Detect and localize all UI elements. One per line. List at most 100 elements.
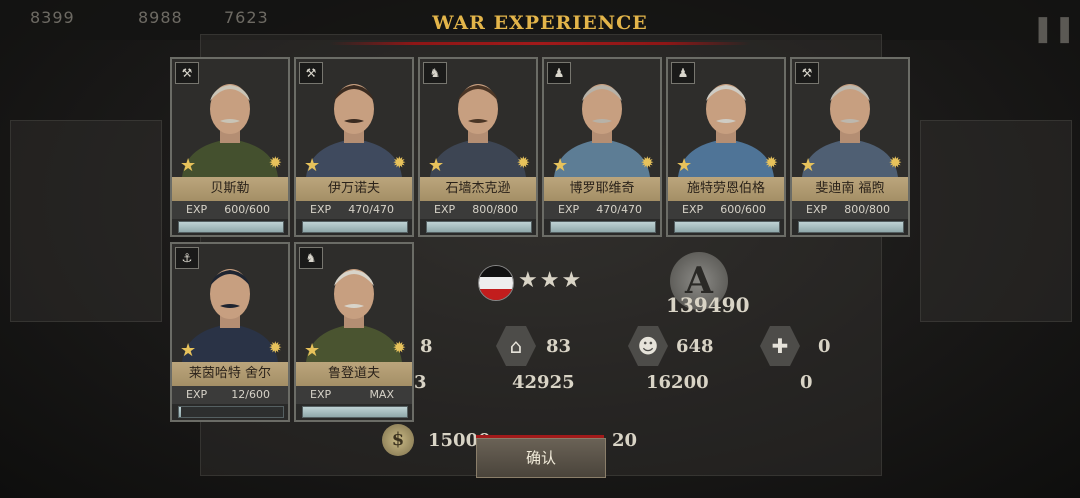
rank-insignia-icon: ✹ [268, 338, 282, 357]
exp-progress-bar [426, 221, 532, 233]
exp-progress-bar [178, 221, 284, 233]
exp-progress-bar [550, 221, 656, 233]
rank-insignia-icon: ✹ [516, 153, 530, 172]
soldiers-stat-bottom: 16200 [646, 372, 709, 393]
exp-progress-bar [798, 221, 904, 233]
confirm-button[interactable]: 确认 [476, 438, 606, 478]
exp-progress-bar [302, 406, 408, 418]
infantry-icon: ♟ [671, 62, 695, 84]
rank-insignia-icon: ✹ [268, 153, 282, 172]
exp-label: EXP [806, 203, 828, 216]
medic-stat-bottom: 0 [800, 372, 813, 393]
rank-star-icon: ★ [552, 155, 569, 176]
general-name: 莱茵哈特 舍尔 [172, 362, 288, 386]
general-name: 贝斯勒 [172, 177, 288, 201]
german-empire-flag-icon [478, 265, 514, 301]
title-underline [330, 42, 750, 45]
general-name: 伊万诺夫 [296, 177, 412, 201]
rank-stars-icon: ★★★ [518, 268, 584, 293]
exp-label: EXP [310, 388, 332, 401]
exp-progress-fill [799, 222, 903, 232]
artillery-icon: ⚒ [299, 62, 323, 84]
medic-stat-top: 0 [818, 336, 831, 357]
general-name: 石墙杰克逊 [420, 177, 536, 201]
coin-icon: $ [382, 424, 414, 456]
rank-insignia-icon: ✹ [888, 153, 902, 172]
right-background-panel [920, 120, 1072, 322]
general-card[interactable]: ⚒ ★ ✹ 斐迪南 福煦 EXP 800/800 [790, 57, 910, 237]
exp-label: EXP [186, 203, 208, 216]
exp-progress-fill [427, 222, 531, 232]
exp-value: 800/800 [844, 203, 890, 216]
rank-star-icon: ★ [800, 155, 817, 176]
general-card[interactable]: ♞ ★ ✹ 鲁登道夫 EXP MAX [294, 242, 414, 422]
general-card[interactable]: ♟ ★ ✹ 施特劳恩伯格 EXP 600/600 [666, 57, 786, 237]
exp-progress-fill [551, 222, 655, 232]
general-card[interactable]: ⚓ ★ ✹ 莱茵哈特 舍尔 EXP 12/600 [170, 242, 290, 422]
exp-row: EXP 800/800 [420, 201, 536, 219]
exp-value: 470/470 [596, 203, 642, 216]
general-name: 博罗耶维奇 [544, 177, 660, 201]
medal-value: 20 [612, 430, 638, 451]
exp-row: EXP 600/600 [668, 201, 784, 219]
resource-2: 8988 [138, 8, 183, 27]
buildings-stat-top: 83 [546, 336, 572, 357]
title-banner: WAR EXPERIENCE [330, 12, 750, 48]
exp-row: EXP MAX [296, 386, 412, 404]
infantry-icon: ♟ [547, 62, 571, 84]
general-name: 鲁登道夫 [296, 362, 412, 386]
rank-star-icon: ★ [180, 340, 197, 361]
rank-insignia-icon: ✹ [764, 153, 778, 172]
buildings-stat-bottom: 42925 [512, 372, 575, 393]
exp-progress-bar [178, 406, 284, 418]
exp-row: EXP 800/800 [792, 201, 908, 219]
resource-3: 7623 [224, 8, 269, 27]
exp-label: EXP [558, 203, 580, 216]
exp-progress-fill [675, 222, 779, 232]
exp-progress-fill [179, 407, 182, 417]
exp-label: EXP [186, 388, 208, 401]
dialog-title: WAR EXPERIENCE [432, 12, 648, 34]
left-background-panel [10, 120, 162, 322]
exp-value: 470/470 [348, 203, 394, 216]
exp-label: EXP [434, 203, 456, 216]
general-card[interactable]: ⚒ ★ ✹ 伊万诺夫 EXP 470/470 [294, 57, 414, 237]
rank-star-icon: ★ [676, 155, 693, 176]
exp-value: MAX [369, 388, 394, 401]
pause-icon[interactable]: ❚❚ [1032, 14, 1076, 44]
exp-value: 600/600 [224, 203, 270, 216]
cavalry-icon: ♞ [299, 247, 323, 269]
exp-row: EXP 12/600 [172, 386, 288, 404]
exp-label: EXP [682, 203, 704, 216]
rank-star-icon: ★ [428, 155, 445, 176]
rank-insignia-icon: ✹ [392, 338, 406, 357]
artillery-icon: ⚒ [175, 62, 199, 84]
exp-row: EXP 470/470 [544, 201, 660, 219]
rank-insignia-icon: ✹ [640, 153, 654, 172]
left-stat-top: 8 [420, 336, 433, 357]
rank-star-icon: ★ [304, 155, 321, 176]
exp-row: EXP 470/470 [296, 201, 412, 219]
left-stat-bottom: 3 [414, 372, 427, 393]
exp-value: 12/600 [231, 388, 270, 401]
cavalry-icon: ♞ [423, 62, 447, 84]
rank-star-icon: ★ [304, 340, 321, 361]
navy-icon: ⚓ [175, 247, 199, 269]
exp-value: 600/600 [720, 203, 766, 216]
exp-label: EXP [310, 203, 332, 216]
general-card[interactable]: ⚒ ★ ✹ 贝斯勒 EXP 600/600 [170, 57, 290, 237]
exp-row: EXP 600/600 [172, 201, 288, 219]
emblem-value: 139490 [666, 293, 750, 317]
general-name: 施特劳恩伯格 [668, 177, 784, 201]
rank-star-icon: ★ [180, 155, 197, 176]
exp-progress-bar [302, 221, 408, 233]
exp-progress-fill [303, 407, 407, 417]
general-card[interactable]: ♟ ★ ✹ 博罗耶维奇 EXP 470/470 [542, 57, 662, 237]
exp-progress-bar [674, 221, 780, 233]
general-card[interactable]: ♞ ★ ✹ 石墙杰克逊 EXP 800/800 [418, 57, 538, 237]
soldiers-stat-top: 648 [676, 336, 714, 357]
rank-insignia-icon: ✹ [392, 153, 406, 172]
general-name: 斐迪南 福煦 [792, 177, 908, 201]
artillery-icon: ⚒ [795, 62, 819, 84]
exp-progress-fill [179, 222, 283, 232]
